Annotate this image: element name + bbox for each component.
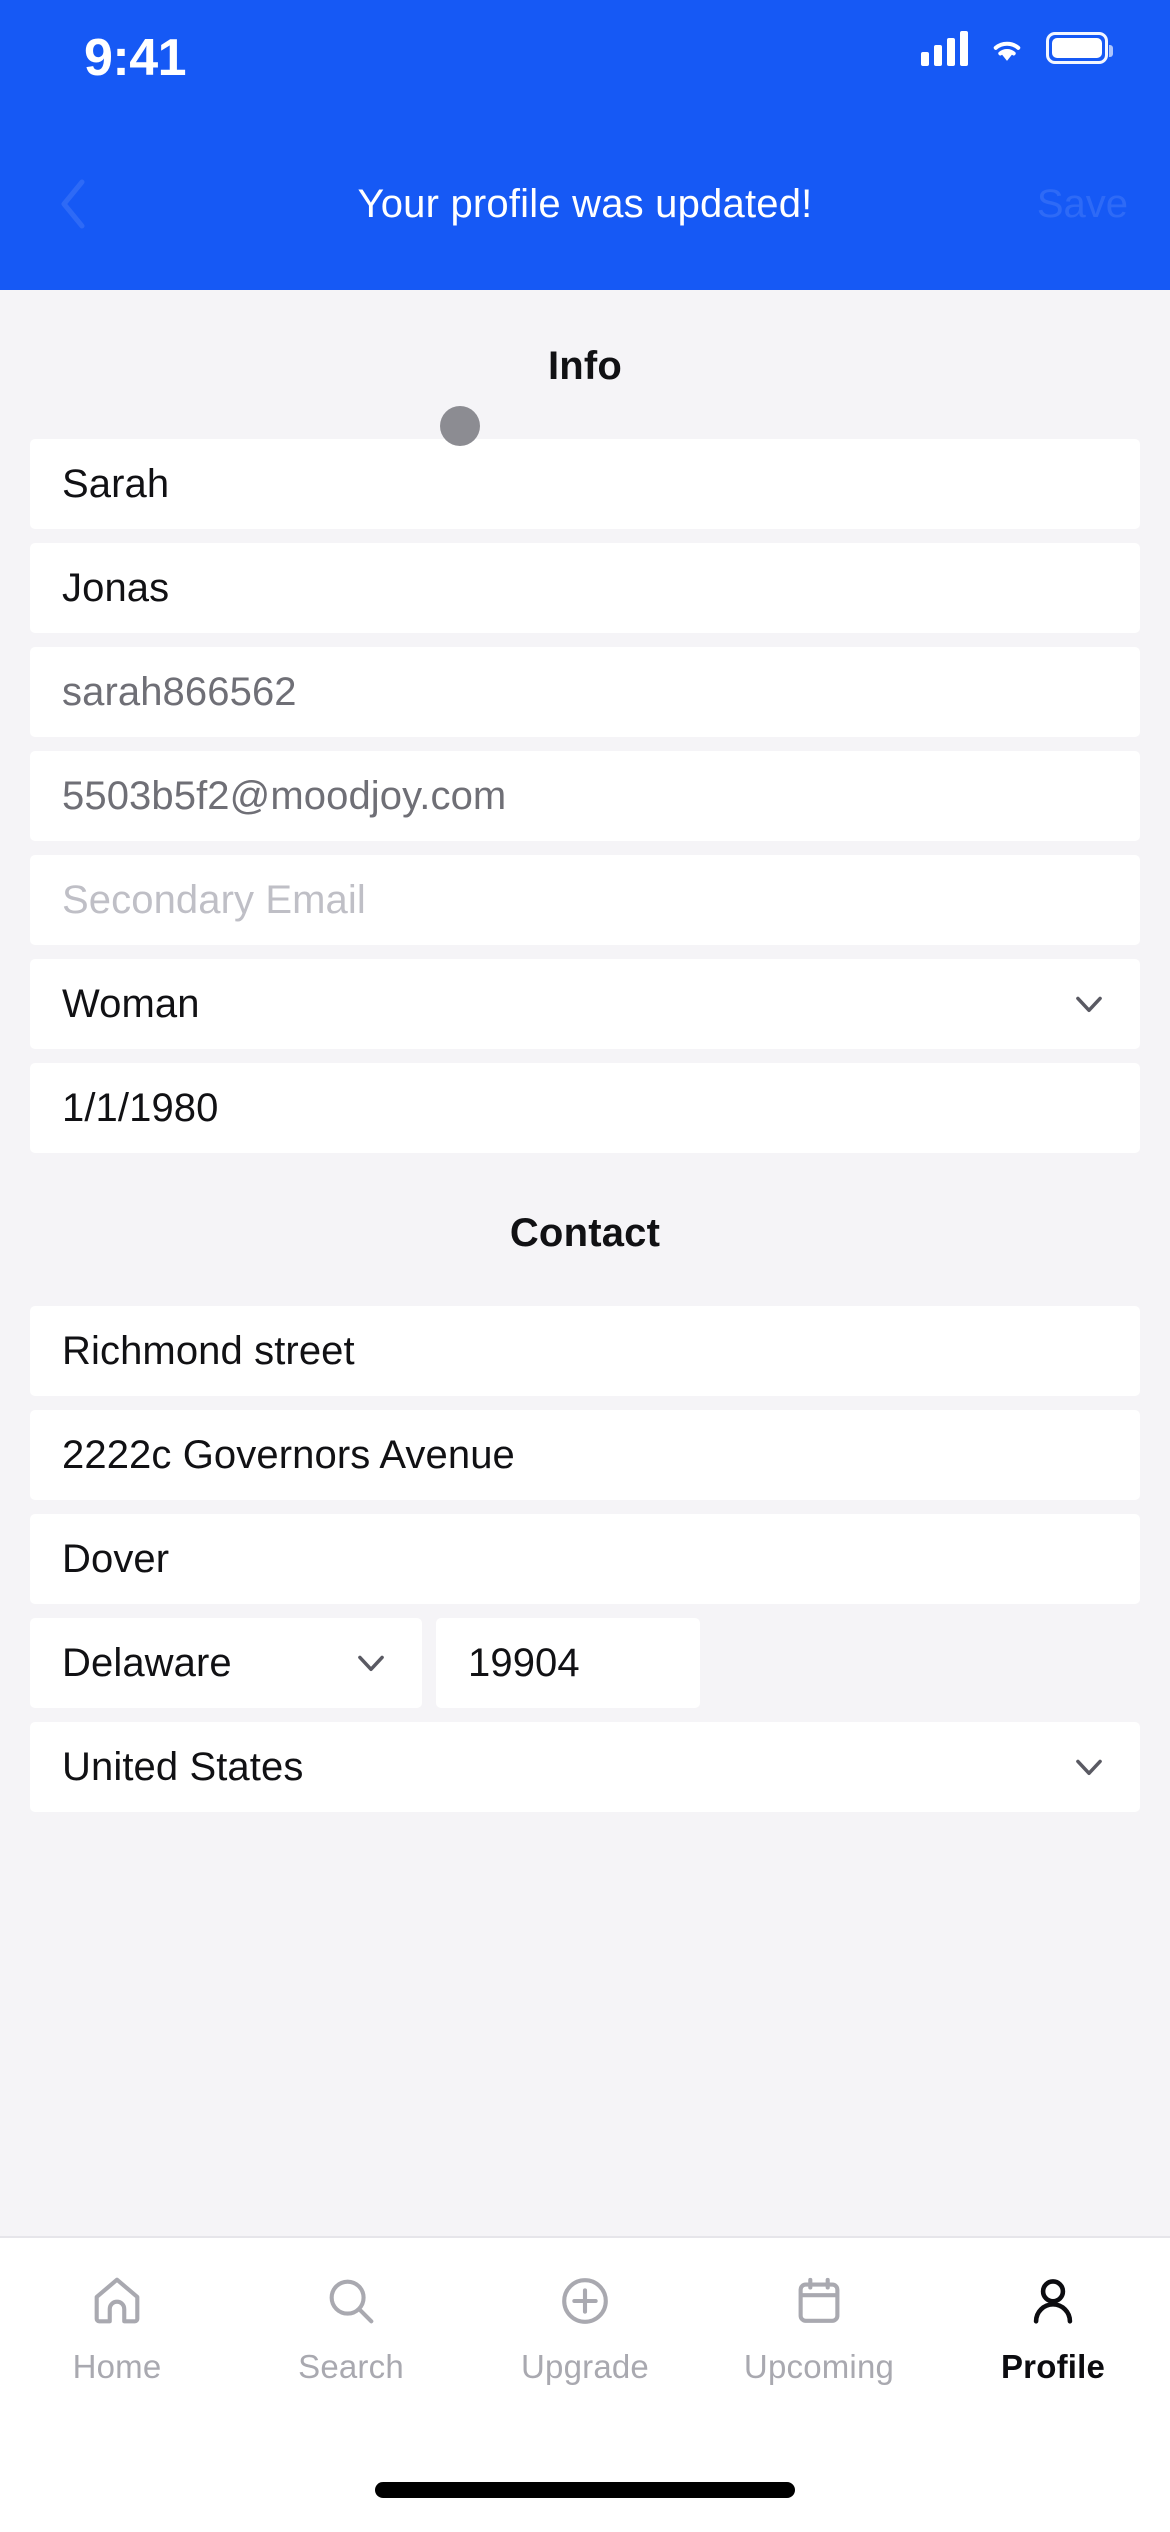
tab-home[interactable]: Home xyxy=(0,2270,234,2386)
info-fields: Sarah Jonas sarah866562 5503b5f2@moodjoy… xyxy=(0,439,1170,1153)
field-country-value: United States xyxy=(62,1744,304,1789)
field-gender-value: Woman xyxy=(62,981,200,1026)
field-birthdate[interactable]: 1/1/1980 xyxy=(30,1063,1140,1153)
field-last-name[interactable]: Jonas xyxy=(30,543,1140,633)
field-first-name[interactable]: Sarah xyxy=(30,439,1140,529)
field-birthdate-value: 1/1/1980 xyxy=(62,1085,219,1130)
tab-upcoming-label: Upcoming xyxy=(743,2348,895,2385)
chevron-down-icon xyxy=(1076,996,1102,1013)
contact-fields: Richmond street 2222c Governors Avenue D… xyxy=(0,1306,1170,1812)
chevron-down-icon xyxy=(1076,1759,1102,1776)
search-icon xyxy=(322,2270,380,2332)
bottom-tab-bar: Home Search Upgrade Upcoming Profile xyxy=(0,2236,1170,2532)
battery-full-icon xyxy=(1046,32,1113,64)
phone-screen: 9:41 Save Your profile was updated! Info… xyxy=(0,0,1170,2532)
plus-circle-icon xyxy=(556,2270,614,2332)
field-city-value: Dover xyxy=(62,1536,170,1581)
status-bar-time: 9:41 xyxy=(84,29,187,87)
section-title-info: Info xyxy=(547,344,623,388)
field-country[interactable]: United States xyxy=(30,1722,1140,1812)
tab-search[interactable]: Search xyxy=(234,2270,468,2386)
field-state-value: Delaware xyxy=(62,1640,232,1685)
cellular-signal-icon xyxy=(921,30,968,66)
calendar-icon xyxy=(790,2270,848,2332)
tab-search-label: Search xyxy=(298,2348,404,2385)
touch-cursor-dot xyxy=(440,406,480,446)
tab-profile-label: Profile xyxy=(1000,2348,1106,2385)
field-address-line-2[interactable]: 2222c Governors Avenue xyxy=(30,1410,1140,1500)
tab-upgrade[interactable]: Upgrade xyxy=(468,2270,702,2386)
tab-profile[interactable]: Profile xyxy=(936,2270,1170,2386)
field-secondary-email-placeholder: Secondary Email xyxy=(62,877,366,922)
home-indicator[interactable] xyxy=(375,2482,795,2498)
status-bar-icons xyxy=(921,30,1113,66)
state-zip-row: Delaware 19904 xyxy=(30,1618,1140,1708)
field-first-name-value: Sarah xyxy=(62,461,170,506)
field-username-value: sarah866562 xyxy=(62,669,297,714)
field-secondary-email[interactable]: Secondary Email xyxy=(30,855,1140,945)
app-header: 9:41 Save Your profile was updated! xyxy=(0,0,1170,290)
tab-list: Home Search Upgrade Upcoming Profile xyxy=(0,2270,1170,2386)
field-city[interactable]: Dover xyxy=(30,1514,1140,1604)
section-title-contact: Contact xyxy=(509,1211,661,1255)
status-bar: 9:41 xyxy=(0,0,1170,110)
field-last-name-value: Jonas xyxy=(62,565,170,610)
field-address-line-1[interactable]: Richmond street xyxy=(30,1306,1140,1396)
field-username[interactable]: sarah866562 xyxy=(30,647,1140,737)
field-email[interactable]: 5503b5f2@moodjoy.com xyxy=(30,751,1140,841)
field-zip-value: 19904 xyxy=(468,1640,580,1685)
field-state[interactable]: Delaware xyxy=(30,1618,422,1708)
form-scroll-area[interactable]: Info Sarah Jonas sarah866562 5503b5f2@mo… xyxy=(0,290,1170,2236)
field-zip[interactable]: 19904 xyxy=(436,1618,700,1708)
tab-upcoming[interactable]: Upcoming xyxy=(702,2270,936,2386)
field-email-value: 5503b5f2@moodjoy.com xyxy=(62,773,507,818)
field-address-line-2-value: 2222c Governors Avenue xyxy=(62,1432,515,1477)
tab-home-label: Home xyxy=(72,2348,162,2385)
field-gender[interactable]: Woman xyxy=(30,959,1140,1049)
home-icon xyxy=(88,2270,146,2332)
chevron-down-icon xyxy=(358,1655,384,1672)
wifi-icon xyxy=(993,41,1021,61)
tab-upgrade-label: Upgrade xyxy=(521,2348,649,2385)
field-address-line-1-value: Richmond street xyxy=(62,1328,355,1373)
toast-message: Your profile was updated! xyxy=(357,181,813,226)
person-icon xyxy=(1024,2270,1082,2332)
